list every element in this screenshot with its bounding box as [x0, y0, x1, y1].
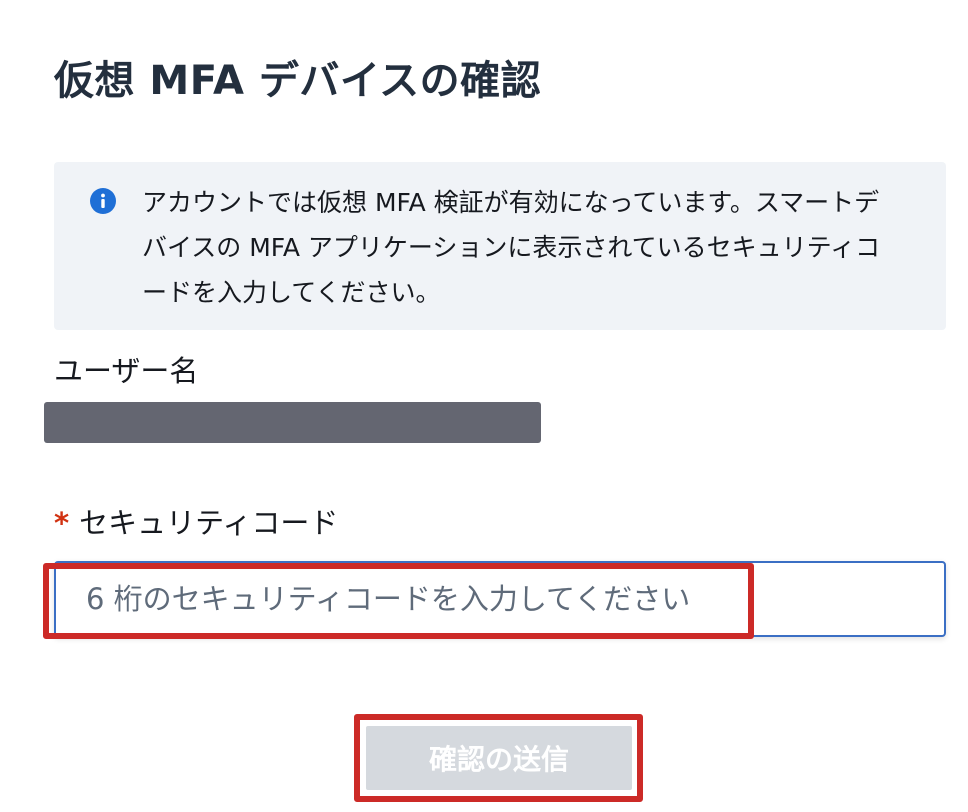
info-message: アカウントでは仮想 MFA 検証が有効になっています。スマートデバイスの MFA…	[142, 188, 881, 307]
security-code-input[interactable]	[54, 561, 946, 637]
security-code-label: * セキュリティコード	[54, 500, 338, 542]
required-marker: *	[54, 506, 70, 540]
security-code-label-text: セキュリティコード	[79, 506, 339, 540]
page-title: 仮想 MFA デバイスの確認	[54, 58, 542, 104]
info-alert: アカウントでは仮想 MFA 検証が有効になっています。スマートデバイスの MFA…	[54, 162, 946, 330]
username-label: ユーザー名	[54, 354, 199, 388]
username-value-redacted	[44, 402, 541, 443]
submit-button[interactable]: 確認の送信	[366, 726, 632, 790]
info-icon	[90, 188, 116, 214]
mfa-verify-page: 仮想 MFA デバイスの確認 アカウントでは仮想 MFA 検証が有効になっていま…	[0, 0, 968, 812]
